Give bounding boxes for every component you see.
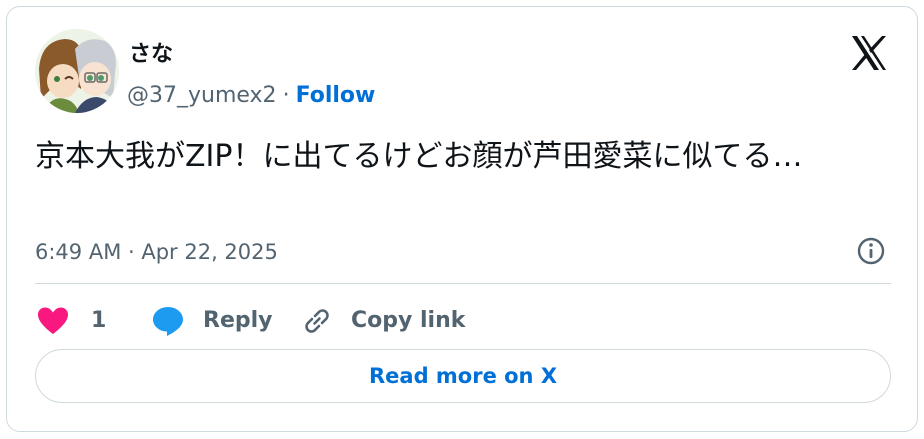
read-more-label: Read more on X <box>368 364 558 388</box>
copy-link-button[interactable]: Copy link <box>301 301 465 341</box>
x-logo-icon[interactable] <box>849 33 889 73</box>
tweet-timestamp[interactable]: 6:49 AM · Apr 22, 2025 <box>35 237 278 267</box>
read-more-button[interactable]: Read more on X <box>35 349 891 403</box>
copy-link-label: Copy link <box>351 308 466 333</box>
reply-button[interactable]: Reply <box>151 301 273 341</box>
author-meta: @37_yumex2 · Follow <box>127 81 375 111</box>
info-icon[interactable] <box>855 235 887 267</box>
follow-button[interactable]: Follow <box>296 83 376 108</box>
reply-label: Reply <box>203 308 273 333</box>
heart-icon <box>37 306 69 336</box>
avatar-illustration <box>35 29 119 113</box>
like-button[interactable]: 1 <box>37 301 106 341</box>
tweet-text: 京本大我がZIP！に出てるけどお顔が芦田愛菜に似てる… <box>35 139 803 174</box>
embedded-tweet-card: さな @37_yumex2 · Follow 京本大我がZIP！に出てるけどお顔が芦… <box>6 6 918 432</box>
avatar[interactable] <box>35 29 119 113</box>
author-handle[interactable]: @37_yumex2 <box>127 83 277 108</box>
separator-dot: · <box>282 83 290 108</box>
author-display-name[interactable]: さな <box>129 41 173 69</box>
like-count: 1 <box>91 308 107 333</box>
divider <box>35 283 891 284</box>
link-icon <box>301 305 333 337</box>
speech-bubble-icon <box>151 305 185 337</box>
